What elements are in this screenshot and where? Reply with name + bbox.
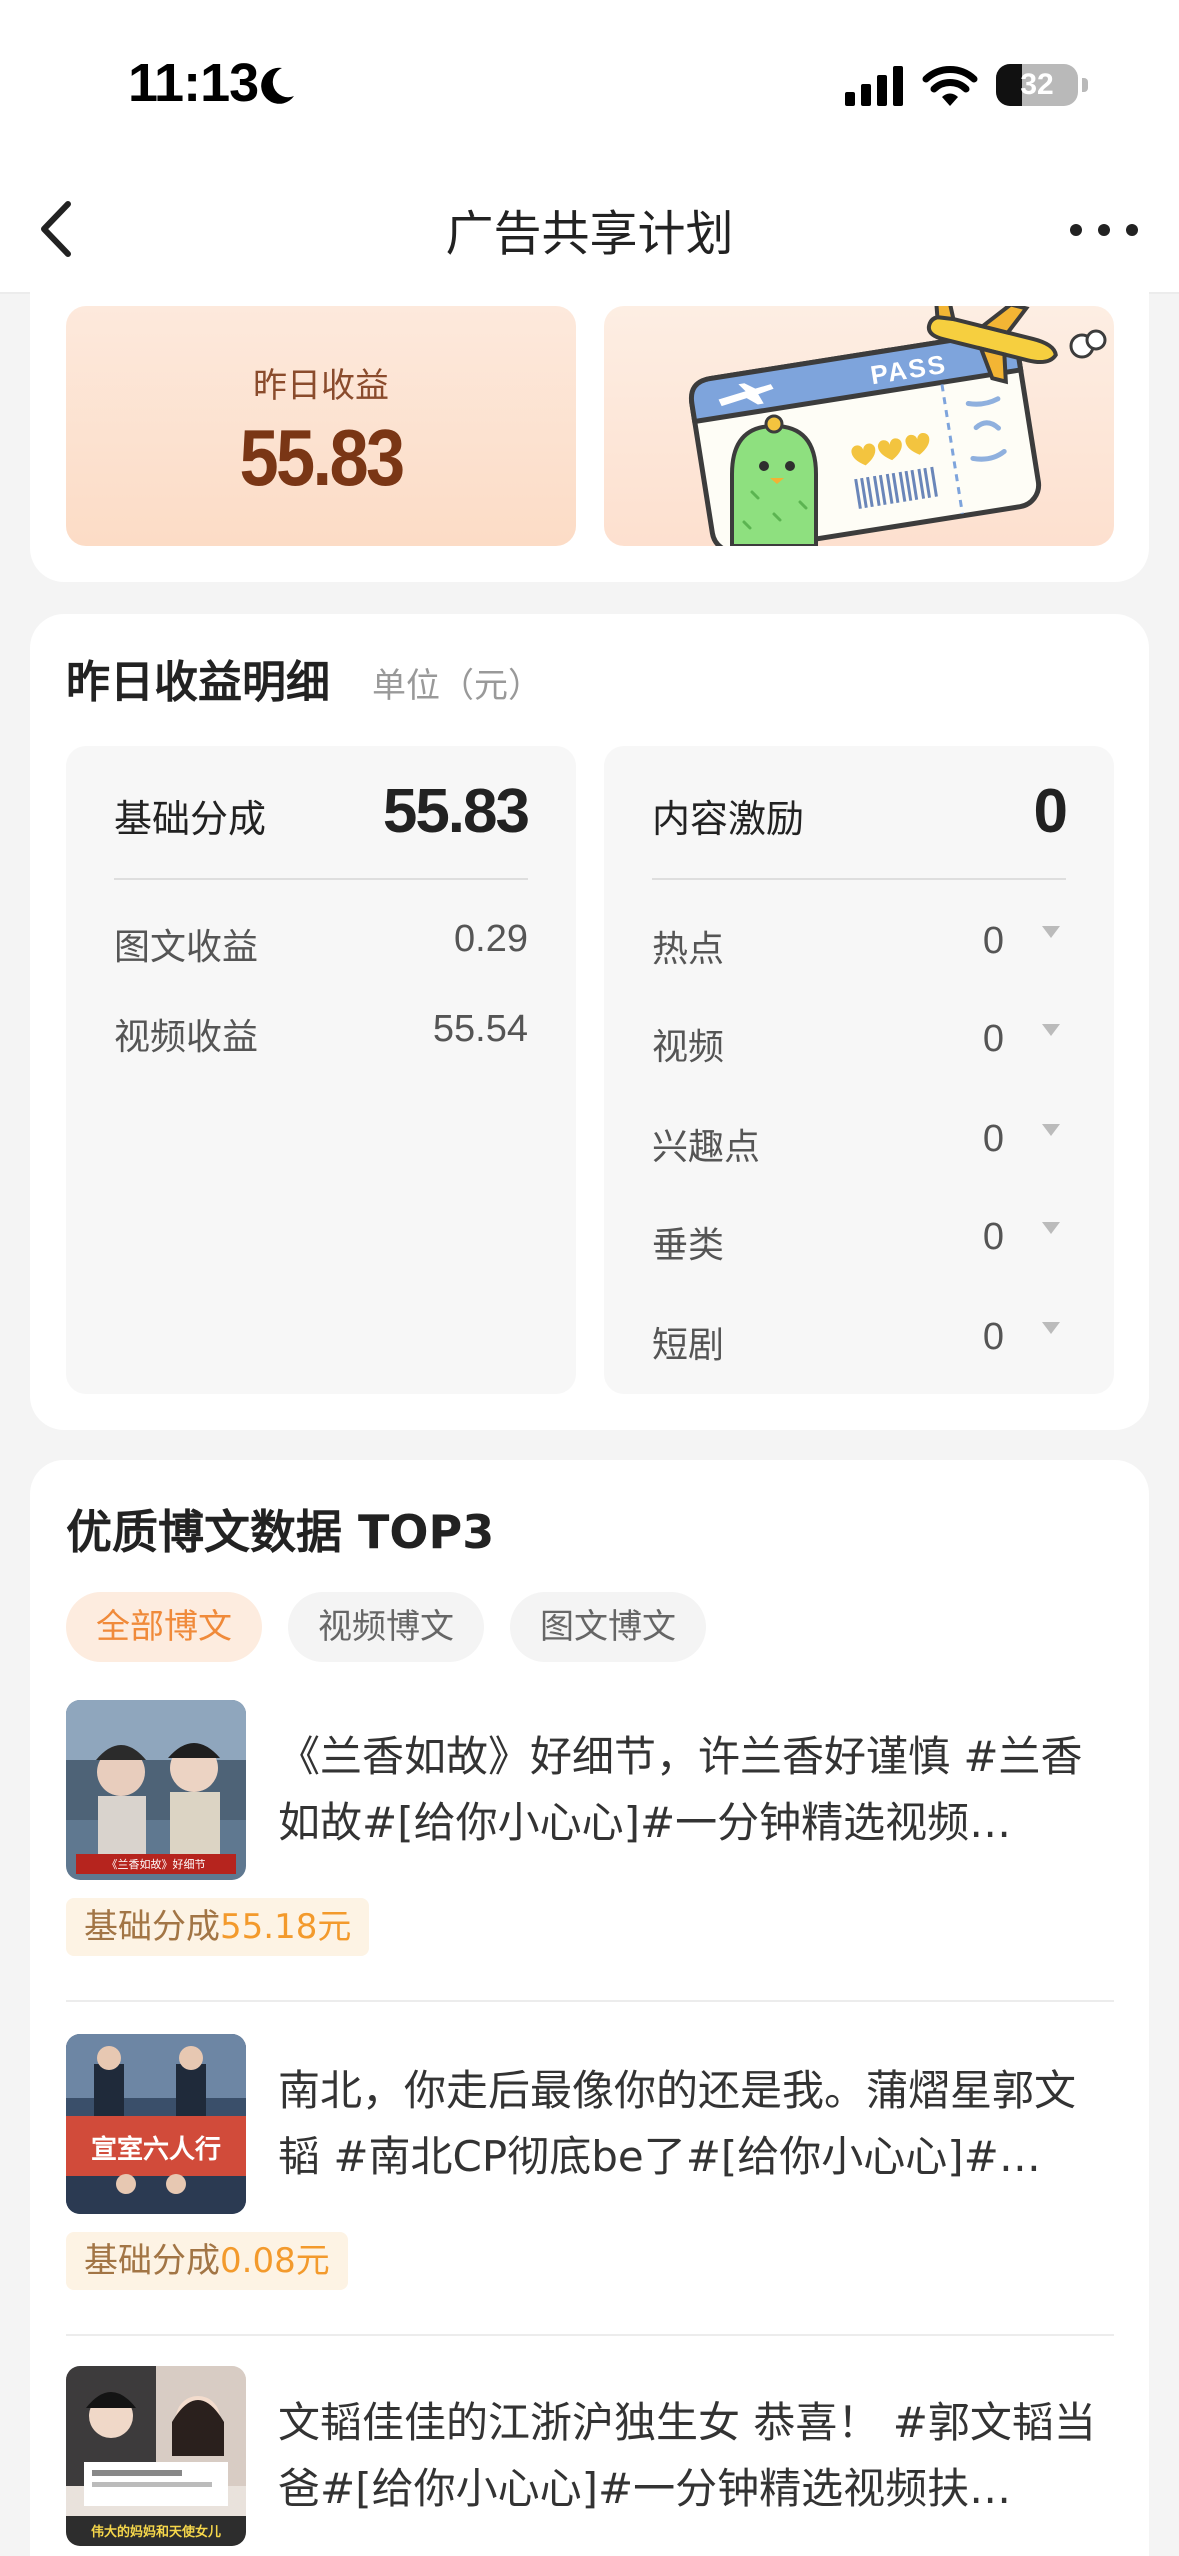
base-share-value: 55.83 xyxy=(382,777,530,846)
top-posts-title: 优质博文数据 TOP3 xyxy=(66,1505,495,1559)
thumbnail-caption: 《兰香如故》好细节 xyxy=(107,1857,206,1871)
thumbnail-caption: 伟大的妈妈和天使女儿 xyxy=(91,2524,221,2540)
row-value: 55.54 xyxy=(432,1008,528,1050)
thumbnail-caption: 宣室六人行 xyxy=(91,2134,221,2165)
row-label: 垂类 xyxy=(652,1225,725,1266)
base-share-label: 基础分成 xyxy=(114,797,267,841)
post-item[interactable]: 宣室六人行 南北，你走后最像你的还是我。蒲熠星郭文韬 #南北CP彻底be了#[给… xyxy=(66,2034,1114,2336)
post-thumbnail-image: 伟大的妈妈和天使女儿 xyxy=(66,2366,246,2546)
row-hotspot[interactable]: 热点 0 xyxy=(652,920,1066,970)
post-thumbnail[interactable]: 宣室六人行 xyxy=(66,2034,246,2214)
page-title: 广告共享计划 xyxy=(445,206,734,262)
top-posts-card: 优质博文数据 TOP3 全部博文 视频博文 图文博文 《兰香如故》好细节 《兰香… xyxy=(30,1460,1149,2556)
row-interest-point[interactable]: 兴趣点 0 xyxy=(652,1118,1066,1168)
detail-title: 昨日收益明细 xyxy=(66,657,330,708)
post-item[interactable]: 伟大的妈妈和天使女儿 文韬佳佳的江浙沪独生女 恭喜！ #郭文韬当爸#[给你小心心… xyxy=(66,2366,1114,2556)
moon-icon xyxy=(261,67,294,104)
row-video-earnings: 视频收益 55.54 xyxy=(114,1008,528,1058)
post-thumbnail-image: 《兰香如故》好细节 xyxy=(66,1700,246,1880)
post-thumbnail[interactable]: 伟大的妈妈和天使女儿 xyxy=(66,2366,246,2546)
caret-down-icon[interactable] xyxy=(1040,1320,1062,1336)
row-label: 视频 xyxy=(652,1027,725,1068)
row-label: 视频收益 xyxy=(114,1017,259,1058)
wifi-icon xyxy=(922,66,978,106)
post-text: 南北，你走后最像你的还是我。蒲熠星郭文韬 #南北CP彻底be了#[给你小心心]#… xyxy=(278,2066,1077,2181)
row-vertical[interactable]: 垂类 0 xyxy=(652,1216,1066,1266)
yesterday-earnings-label: 昨日收益 xyxy=(253,366,389,406)
status-bar: 11:13 32 xyxy=(0,0,1179,170)
tab-video-posts[interactable]: 视频博文 xyxy=(288,1592,484,1662)
status-time: 11:13 xyxy=(128,53,259,113)
row-value: 0 xyxy=(982,920,1004,962)
row-image-text-earnings: 图文收益 0.29 xyxy=(114,918,528,968)
divider xyxy=(652,878,1066,880)
caret-down-icon[interactable] xyxy=(1040,1220,1062,1236)
row-label: 兴趣点 xyxy=(652,1127,761,1168)
battery-level: 32 xyxy=(1020,68,1054,101)
incentive-label: 内容激励 xyxy=(652,797,805,841)
row-value: 0 xyxy=(982,1216,1004,1258)
post-item[interactable]: 《兰香如故》好细节 《兰香如故》好细节，许兰香好谨慎 #兰香如故#[给你小心心]… xyxy=(66,1700,1114,2002)
battery-indicator: 32 xyxy=(996,64,1078,106)
earn-prefix: 基础分成 xyxy=(84,1907,220,1947)
tab-image-text-posts[interactable]: 图文博文 xyxy=(510,1592,706,1662)
post-thumbnail-image: 宣室六人行 xyxy=(66,2034,246,2214)
row-label: 图文收益 xyxy=(114,927,259,968)
content-incentive-panel: 内容激励 0 热点 0 视频 0 兴趣点 0 垂类 0 短剧 0 xyxy=(604,746,1114,1394)
earn-amount: 0.08元 xyxy=(220,2241,330,2281)
tab-all-posts[interactable]: 全部博文 xyxy=(66,1592,262,1662)
row-video[interactable]: 视频 0 xyxy=(652,1018,1066,1068)
base-share-panel: 基础分成 55.83 图文收益 0.29 视频收益 55.54 xyxy=(66,746,576,1394)
caret-down-icon[interactable] xyxy=(1040,1122,1062,1138)
more-icon[interactable] xyxy=(1064,206,1144,254)
summary-card: 昨日收益 55.83 PASS xyxy=(30,270,1149,582)
earnings-detail-card: 昨日收益明细 单位（元） 基础分成 55.83 图文收益 0.29 视频收益 5… xyxy=(30,614,1149,1430)
divider xyxy=(114,878,528,880)
divider xyxy=(66,2334,1114,2336)
row-value: 0 xyxy=(982,1316,1004,1358)
row-short-drama[interactable]: 短剧 0 xyxy=(652,1316,1066,1366)
yesterday-earnings-box[interactable]: 昨日收益 55.83 xyxy=(66,306,576,546)
boarding-pass-illustration: PASS xyxy=(688,306,1107,546)
post-text: 《兰香如故》好细节，许兰香好谨慎 #兰香如故#[给你小心心]#一分钟精选视频… xyxy=(278,1732,1083,1847)
row-value: 0 xyxy=(982,1018,1004,1060)
promo-banner[interactable]: PASS xyxy=(604,306,1114,546)
yesterday-earnings-value: 55.83 xyxy=(239,413,406,502)
row-label: 热点 xyxy=(652,929,725,970)
earn-tag: 基础分成0.08元 xyxy=(66,2232,348,2290)
earn-tag: 基础分成55.18元 xyxy=(66,1898,370,1956)
signal-icon xyxy=(845,66,903,106)
battery-cap xyxy=(1082,78,1088,92)
post-thumbnail[interactable]: 《兰香如故》好细节 xyxy=(66,1700,246,1880)
incentive-value: 0 xyxy=(1033,777,1069,846)
row-value: 0.29 xyxy=(454,918,528,960)
row-label: 短剧 xyxy=(652,1325,725,1366)
detail-unit: 单位（元） xyxy=(372,666,542,706)
caret-down-icon[interactable] xyxy=(1040,1022,1062,1038)
row-value: 0 xyxy=(982,1118,1004,1160)
earn-prefix: 基础分成 xyxy=(84,2241,220,2281)
divider xyxy=(66,2000,1114,2002)
post-text: 文韬佳佳的江浙沪独生女 恭喜！ #郭文韬当爸#[给你小心心]#一分钟精选视频扶… xyxy=(278,2398,1096,2513)
earn-amount: 55.18元 xyxy=(220,1907,352,1947)
caret-down-icon[interactable] xyxy=(1040,924,1062,940)
